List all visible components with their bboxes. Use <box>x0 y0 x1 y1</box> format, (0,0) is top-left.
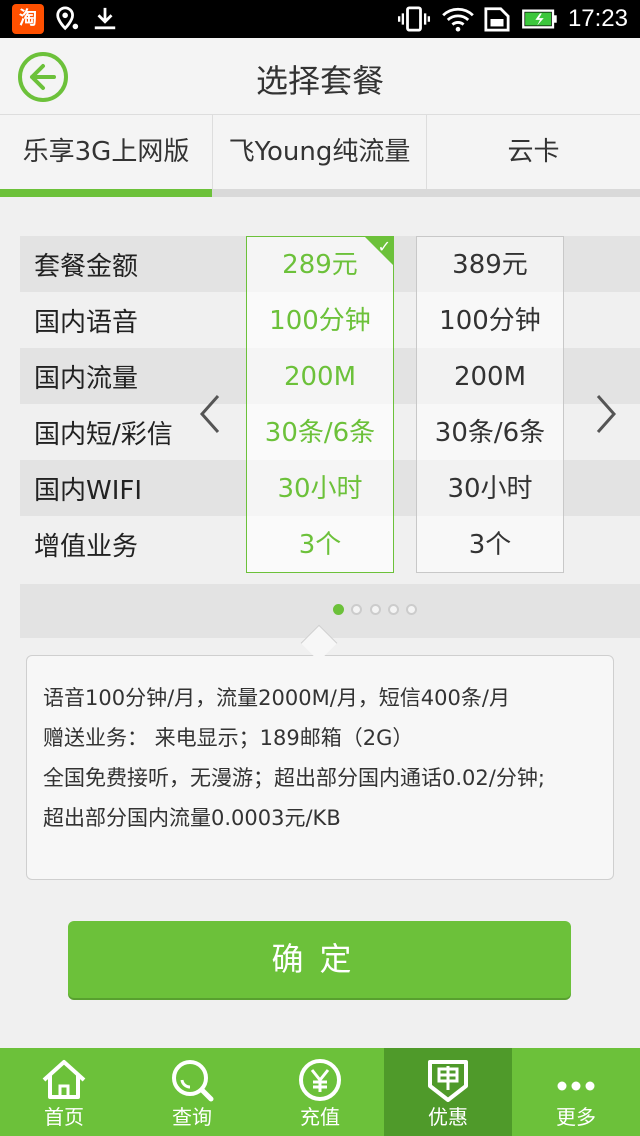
nav-label: 优惠 <box>428 1105 468 1129</box>
row-label-wifi: 国内WIFI <box>34 476 142 506</box>
description-line: 语音100分钟/月，流量2000M/月，短信400条/月 <box>43 686 510 710</box>
plan-voice: 100分钟 <box>269 306 371 336</box>
nav-label: 充值 <box>300 1105 340 1129</box>
page-dot <box>369 604 381 615</box>
battery-icon <box>522 9 557 29</box>
nav-label: 查询 <box>172 1105 212 1129</box>
plan-data: 200M <box>453 362 527 392</box>
plan-sms: 30条/6条 <box>434 418 546 448</box>
home-icon <box>42 1060 86 1099</box>
clock: 17:23 <box>567 5 628 32</box>
page-indicator <box>0 600 640 619</box>
vibrate-icon <box>397 6 431 32</box>
plan-card-389[interactable]: 389元 100分钟 200M 30条/6条 30小时 3个 <box>416 236 564 573</box>
row-label-value-added: 增值业务 <box>34 532 139 562</box>
nav-search[interactable]: 查询 <box>128 1048 256 1136</box>
row-label-data: 国内流量 <box>34 364 139 394</box>
page-dot <box>351 604 363 615</box>
plan-sms: 30条/6条 <box>264 418 376 448</box>
location-icon <box>56 6 79 31</box>
status-bar: 淘 17:23 <box>0 0 640 38</box>
plan-value-added: 3个 <box>298 530 342 560</box>
yuan-icon <box>299 1059 341 1101</box>
search-icon <box>172 1060 214 1102</box>
taobao-notification-icon: 淘 <box>12 4 44 34</box>
check-icon: ✓ <box>377 237 391 256</box>
header: 选择套餐 <box>0 38 640 114</box>
page-title: 选择套餐 <box>255 62 384 100</box>
page-dot-active <box>333 604 345 615</box>
nav-label: 首页 <box>44 1105 84 1129</box>
plan-value-added: 3个 <box>468 530 512 560</box>
page-dot <box>387 604 399 615</box>
plan-wifi: 30小时 <box>277 474 363 504</box>
plan-category-tabs: 乐享3G上网版 飞Young纯流量 云卡 <box>0 114 640 197</box>
plan-wifi: 30小时 <box>447 474 533 504</box>
wifi-icon <box>442 7 474 32</box>
plan-price: 389元 <box>452 250 528 280</box>
tab-feiyoung[interactable]: 飞Young纯流量 <box>212 115 426 189</box>
row-label-sms: 国内短/彩信 <box>34 420 173 450</box>
description-line: 赠送业务： 来电显示；189邮箱（2G） <box>43 726 414 750</box>
description-line: 超出部分国内流量0.0003元/KB <box>43 806 341 830</box>
nav-offers[interactable]: 优惠 <box>384 1048 512 1136</box>
row-label-price: 套餐金额 <box>34 252 139 282</box>
description-line: 全国免费接听，无漫游；超出部分国内通话0.02/分钟; <box>43 766 545 790</box>
nav-recharge[interactable]: 充值 <box>256 1048 384 1136</box>
nav-more[interactable]: 更多 <box>512 1048 640 1136</box>
confirm-button[interactable]: 确定 <box>68 921 571 998</box>
tab-active-indicator <box>0 189 212 197</box>
row-label-voice: 国内语音 <box>34 308 139 338</box>
nav-label: 更多 <box>556 1105 596 1129</box>
bottom-nav: 首页 查询 充值 优惠 更多 <box>0 1048 640 1136</box>
page-dot <box>405 604 417 615</box>
nav-home[interactable]: 首页 <box>0 1048 128 1136</box>
tab-indicator-track <box>0 189 640 197</box>
tab-yunka[interactable]: 云卡 <box>426 115 640 189</box>
plan-data: 200M <box>283 362 357 392</box>
more-icon <box>557 1081 595 1091</box>
coupon-icon <box>428 1060 468 1102</box>
plan-card-289[interactable]: 289元 100分钟 200M 30条/6条 30小时 3个 ✓ <box>246 236 394 573</box>
plan-voice: 100分钟 <box>439 306 541 336</box>
sim-card-icon <box>484 7 510 32</box>
download-icon <box>94 7 116 30</box>
prev-arrow-icon[interactable] <box>196 392 226 436</box>
tab-leixiang-3g[interactable]: 乐享3G上网版 <box>0 115 212 189</box>
plan-description-box: 语音100分钟/月，流量2000M/月，短信400条/月 赠送业务： 来电显示；… <box>26 655 614 880</box>
next-arrow-icon[interactable] <box>590 392 620 436</box>
